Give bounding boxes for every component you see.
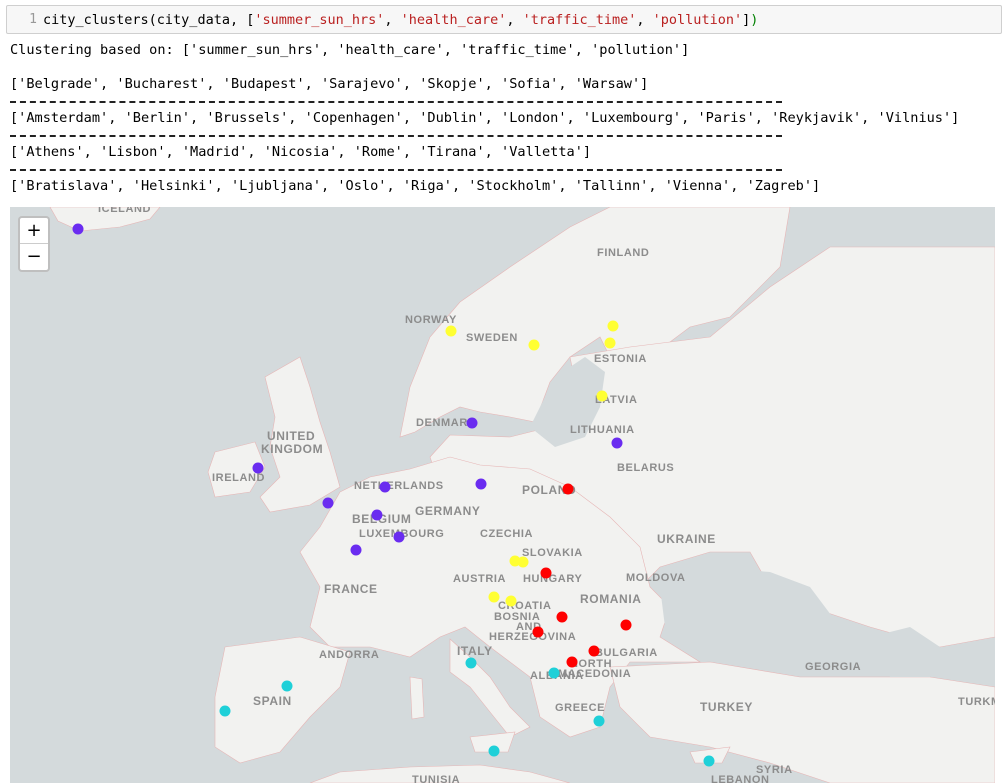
map-label: KINGDOM (261, 442, 323, 456)
city-marker-athens[interactable] (593, 715, 605, 727)
map-label: GEORGIA (805, 661, 861, 673)
map-label: UNITED (267, 429, 315, 443)
map-label: GREECE (555, 702, 605, 714)
city-marker-warsaw[interactable] (562, 483, 574, 495)
map-svg: ICELAND FINLAND NORWAY SWEDEN ESTONIA LA… (49, 207, 995, 783)
map-label: NETHERLANDS (354, 480, 444, 492)
city-marker-sofia[interactable] (588, 645, 600, 657)
function-name: city_clusters (43, 12, 149, 28)
city-marker-tallinn[interactable] (604, 337, 616, 349)
city-marker-vilnius[interactable] (611, 437, 623, 449)
map-label: ROMANIA (580, 592, 642, 606)
city-marker-budapest[interactable] (540, 567, 552, 579)
map-label: TURKEY (700, 700, 753, 714)
city-marker-valletta[interactable] (488, 745, 500, 757)
city-marker-skopje[interactable] (566, 656, 578, 668)
map-label: HUNGARY (523, 573, 582, 585)
map-label: UKRAINE (657, 532, 716, 546)
city-marker-reykjavik[interactable] (72, 223, 84, 235)
zoom-out-button[interactable]: − (20, 244, 48, 270)
map-label: SWEDEN (466, 332, 518, 344)
city-marker-tirana[interactable] (548, 667, 560, 679)
map-label: ESTONIA (594, 353, 647, 365)
separator (10, 135, 782, 137)
map-label: AUSTRIA (453, 573, 506, 585)
city-marker-ljubljana[interactable] (488, 591, 500, 603)
map-label: GERMANY (415, 504, 481, 518)
separator (10, 169, 782, 171)
code-cell[interactable]: 1 city_clusters(city_data, ['summer_sun_… (6, 5, 1002, 34)
city-marker-copenhagen[interactable] (466, 417, 478, 429)
map-label: SLOVAKIA (522, 547, 583, 559)
map-label: TURKM (958, 696, 995, 708)
map-label: CZECHIA (480, 528, 533, 540)
code-line[interactable]: city_clusters(city_data, ['summer_sun_hr… (43, 12, 758, 28)
city-marker-sarajevo[interactable] (532, 626, 544, 638)
code-close: ) (750, 12, 759, 28)
separator (10, 101, 782, 103)
city-marker-bratislava[interactable] (517, 556, 529, 568)
cluster-list-1: ['Belgrade', 'Bucharest', 'Budapest', 'S… (10, 76, 649, 92)
city-marker-luxembourg[interactable] (393, 531, 405, 543)
land-sardinia (409, 676, 425, 720)
code-arg: 'traffic_time' (522, 12, 637, 28)
city-marker-stockholm[interactable] (528, 339, 540, 351)
city-marker-nicosia[interactable] (703, 755, 715, 767)
code-open: (city_data, (148, 12, 247, 28)
cluster-list-3: ['Athens', 'Lisbon', 'Madrid', 'Nicosia'… (10, 144, 592, 160)
map-label: IRELAND (212, 472, 265, 484)
city-marker-madrid[interactable] (281, 680, 293, 692)
city-marker-paris[interactable] (350, 544, 362, 556)
city-marker-lisbon[interactable] (219, 705, 231, 717)
code-arg: 'pollution' (652, 12, 743, 28)
city-marker-riga[interactable] (596, 390, 608, 402)
city-marker-london[interactable] (322, 497, 334, 509)
city-marker-helsinki[interactable] (607, 320, 619, 332)
code-bracket-close: ] (742, 12, 751, 28)
map-label: MOLDOVA (626, 572, 686, 584)
code-arg: 'health_care' (400, 12, 507, 28)
cluster-map[interactable]: ICELAND FINLAND NORWAY SWEDEN ESTONIA LA… (10, 207, 995, 783)
line-number: 1 (29, 12, 37, 27)
city-marker-belgrade[interactable] (556, 611, 568, 623)
map-label: LITHUANIA (570, 424, 635, 436)
cluster-list-2: ['Amsterdam', 'Berlin', 'Brussels', 'Cop… (10, 110, 960, 126)
map-label: FRANCE (324, 582, 378, 596)
code-arg: 'summer_sun_hrs' (254, 12, 385, 28)
city-marker-amsterdam[interactable] (379, 481, 391, 493)
map-label: BELARUS (617, 462, 674, 474)
map-label: LEBANON (711, 774, 770, 783)
zoom-control: + − (18, 216, 50, 272)
land-anatolia (609, 661, 995, 783)
city-marker-zagreb[interactable] (505, 595, 517, 607)
map-label: ANDORRA (319, 649, 379, 661)
map-label: NORWAY (405, 314, 457, 326)
city-marker-dublin[interactable] (252, 462, 264, 474)
city-marker-berlin[interactable] (475, 478, 487, 490)
code-sep: , (636, 12, 653, 28)
code-sep: , (384, 12, 401, 28)
code-sep: , (506, 12, 523, 28)
map-label: TUNISIA (412, 774, 460, 783)
city-marker-brussels[interactable] (371, 509, 383, 521)
clustering-line: Clustering based on: ['summer_sun_hrs', … (10, 42, 690, 58)
map-label: SPAIN (253, 694, 292, 708)
map-label: ITALY (457, 644, 493, 658)
map-label: ICELAND (98, 207, 151, 215)
city-marker-oslo[interactable] (445, 325, 457, 337)
city-marker-rome[interactable] (465, 657, 477, 669)
zoom-in-button[interactable]: + (20, 218, 48, 244)
map-label: FINLAND (597, 247, 649, 259)
cluster-list-4: ['Bratislava', 'Helsinki', 'Ljubljana', … (10, 178, 821, 194)
city-marker-bucharest[interactable] (620, 619, 632, 631)
